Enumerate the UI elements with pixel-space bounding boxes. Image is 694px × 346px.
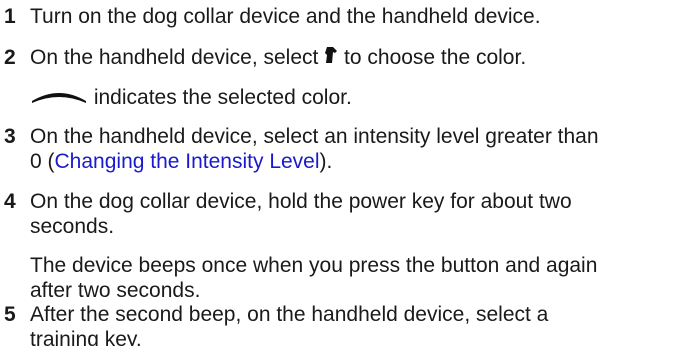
step-note-text: indicates the selected color. <box>88 86 352 109</box>
step-text: After the second beep, on the handheld d… <box>30 303 549 326</box>
step-number: 4 <box>4 190 16 213</box>
step-text-line-2: seconds. <box>30 215 115 238</box>
step-number: 1 <box>4 5 16 28</box>
step-note-line-1: The device beeps once when you press the… <box>30 254 598 277</box>
step-text-before: 0 ( <box>30 150 55 173</box>
step-text-line-2: training key. <box>30 328 142 346</box>
step-text-line-2: 0 (Changing the Intensity Level). <box>30 149 332 174</box>
step-number: 3 <box>4 125 16 148</box>
step-text: On the handheld device, select to choose… <box>30 45 526 71</box>
color-bar-icon <box>30 86 88 111</box>
step-text: On the handheld device, select an intens… <box>30 125 599 148</box>
step-text-before: On the handheld device, select <box>30 46 325 69</box>
step-note: indicates the selected color. <box>30 85 352 111</box>
step-note-line-2: after two seconds. <box>30 279 201 302</box>
dog-head-icon <box>324 45 338 71</box>
step-text: Turn on the dog collar device and the ha… <box>30 5 541 28</box>
step-text-after: to choose the color. <box>338 46 527 69</box>
step-text-after: ). <box>319 150 333 173</box>
step-number: 2 <box>4 46 16 69</box>
step-text: On the dog collar device, hold the power… <box>30 190 572 213</box>
step-number: 5 <box>4 303 16 326</box>
intensity-level-link[interactable]: Changing the Intensity Level <box>55 150 320 173</box>
